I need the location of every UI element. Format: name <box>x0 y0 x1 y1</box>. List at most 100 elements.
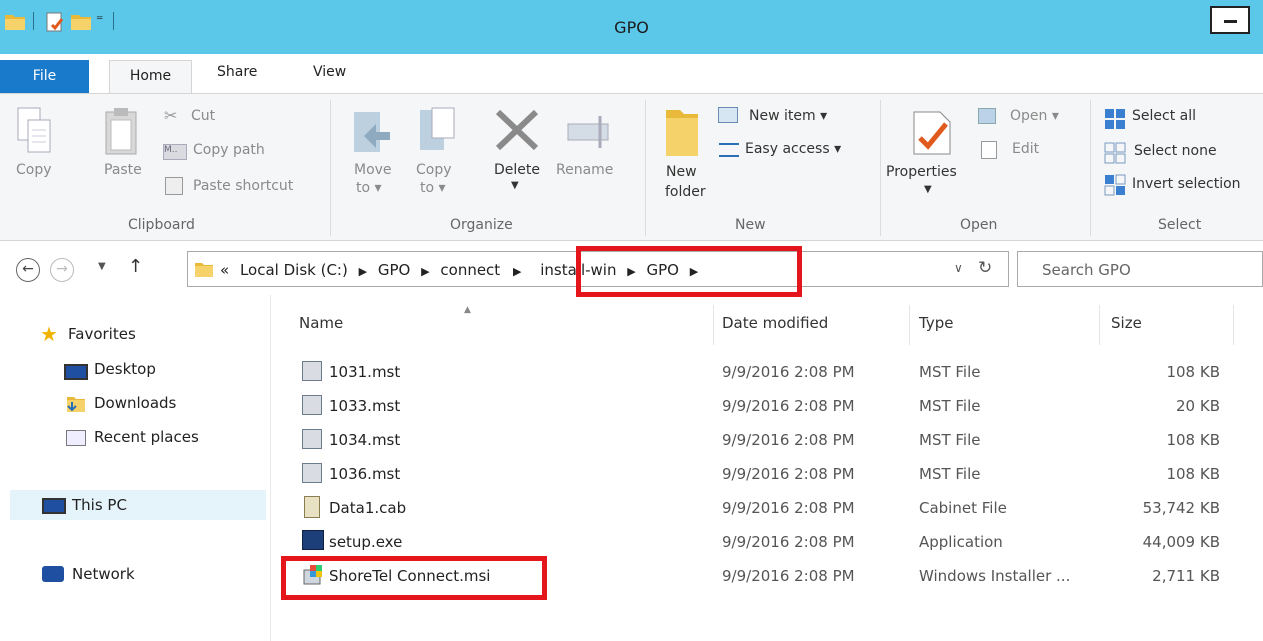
tab-share[interactable]: Share <box>217 64 257 80</box>
downloads-folder-icon <box>67 397 85 412</box>
recent-locations-icon[interactable]: ▼ <box>98 261 106 272</box>
nav-recent-places[interactable]: Recent places <box>94 428 199 446</box>
ribbon-separator <box>1090 100 1091 236</box>
up-arrow-icon[interactable]: ↑ <box>128 256 143 277</box>
file-name[interactable]: 1031.mst <box>329 363 400 381</box>
new-folder-button[interactable]: New <box>666 164 697 180</box>
file-date: 9/9/2016 2:08 PM <box>722 465 855 483</box>
file-name[interactable]: 1034.mst <box>329 431 400 449</box>
star-icon: ★ <box>40 322 58 346</box>
move-to-caret[interactable]: to ▾ <box>356 180 382 196</box>
properties-button[interactable]: Properties <box>886 164 957 180</box>
column-divider[interactable] <box>1233 305 1234 345</box>
column-divider[interactable] <box>909 305 910 345</box>
column-header-date[interactable]: Date modified <box>722 314 828 332</box>
nav-this-pc[interactable]: This PC <box>72 496 127 514</box>
new-folder-label[interactable]: folder <box>665 184 706 200</box>
paste-shortcut-button[interactable]: Paste shortcut <box>193 178 293 194</box>
pane-divider[interactable] <box>270 295 271 641</box>
nav-desktop[interactable]: Desktop <box>94 360 156 378</box>
nav-downloads[interactable]: Downloads <box>94 394 176 412</box>
network-icon <box>42 566 64 582</box>
breadcrumb-overflow[interactable]: « <box>220 261 229 279</box>
minimize-icon <box>1224 20 1237 23</box>
file-size: 44,009 KB <box>1142 533 1220 551</box>
easy-access-button[interactable]: Easy access ▾ <box>745 141 841 157</box>
copy-to-button[interactable]: Copy <box>416 162 452 178</box>
file-row[interactable]: 1033.mst 9/9/2016 2:08 PM MST File 20 KB <box>296 389 1232 423</box>
file-row[interactable]: 1034.mst 9/9/2016 2:08 PM MST File 108 K… <box>296 423 1232 457</box>
select-none-icon <box>1104 142 1126 164</box>
file-type: MST File <box>919 431 981 449</box>
search-input[interactable]: Search GPO <box>1042 261 1131 279</box>
select-all-button[interactable]: Select all <box>1132 108 1196 124</box>
breadcrumb-gpo[interactable]: GPO <box>378 261 410 279</box>
breadcrumb-chevron-icon[interactable]: ▶ <box>513 265 521 278</box>
tab-home[interactable]: Home <box>109 60 192 95</box>
file-type: Application <box>919 533 1003 551</box>
edit-icon <box>981 141 997 159</box>
column-header-name[interactable]: Name <box>299 314 343 332</box>
highlight-box-msi <box>281 556 547 600</box>
file-row[interactable]: 1031.mst 9/9/2016 2:08 PM MST File 108 K… <box>296 355 1232 389</box>
file-row[interactable]: 1036.mst 9/9/2016 2:08 PM MST File 108 K… <box>296 457 1232 491</box>
breadcrumb-chevron-icon[interactable]: ▶ <box>421 265 429 278</box>
paste-button[interactable]: Paste <box>104 162 142 178</box>
copy-icon <box>17 107 51 153</box>
move-to-icon <box>354 112 390 152</box>
refresh-icon[interactable]: ↻ <box>978 258 992 278</box>
rename-button[interactable]: Rename <box>556 162 613 178</box>
copy-to-icon <box>420 107 455 150</box>
invert-selection-button[interactable]: Invert selection <box>1132 176 1263 192</box>
file-size: 20 KB <box>1176 397 1220 415</box>
file-type: MST File <box>919 363 981 381</box>
file-size: 53,742 KB <box>1142 499 1220 517</box>
minimize-button[interactable] <box>1210 6 1250 34</box>
tab-file[interactable]: File <box>0 60 89 94</box>
move-to-button[interactable]: Move <box>354 162 392 178</box>
nav-favorites[interactable]: Favorites <box>68 325 136 343</box>
file-type: MST File <box>919 465 981 483</box>
nav-network[interactable]: Network <box>72 565 135 583</box>
forward-button[interactable]: → <box>50 258 74 282</box>
select-none-button[interactable]: Select none <box>1134 143 1217 159</box>
file-name[interactable]: 1036.mst <box>329 465 400 483</box>
tab-view[interactable]: View <box>313 64 346 80</box>
delete-icon <box>495 109 539 151</box>
address-dropdown-icon[interactable]: ∨ <box>954 261 963 275</box>
copy-to-caret[interactable]: to ▾ <box>420 180 446 196</box>
delete-caret[interactable]: ▼ <box>511 180 519 191</box>
breadcrumb-chevron-icon[interactable]: ▶ <box>359 265 367 278</box>
file-name[interactable]: setup.exe <box>329 533 402 551</box>
column-header-type[interactable]: Type <box>919 314 953 332</box>
breadcrumb-connect[interactable]: connect <box>440 261 500 279</box>
file-size: 108 KB <box>1166 465 1220 483</box>
group-clipboard: Clipboard <box>128 217 195 233</box>
back-button[interactable]: ← <box>16 258 40 282</box>
column-divider[interactable] <box>713 305 714 345</box>
desktop-icon <box>64 364 88 380</box>
window-title: GPO <box>614 18 649 37</box>
file-type: MST File <box>919 397 981 415</box>
folder-icon <box>195 263 213 277</box>
breadcrumb-local-disk[interactable]: Local Disk (C:) <box>240 261 348 279</box>
file-name[interactable]: 1033.mst <box>329 397 400 415</box>
ribbon-tabs: File Home Share View <box>0 54 1263 95</box>
file-row[interactable]: setup.exe 9/9/2016 2:08 PM Application 4… <box>296 525 1232 559</box>
column-header-size[interactable]: Size <box>1111 314 1142 332</box>
file-row[interactable]: Data1.cab 9/9/2016 2:08 PM Cabinet File … <box>296 491 1232 525</box>
file-date: 9/9/2016 2:08 PM <box>722 363 855 381</box>
cut-button[interactable]: Cut <box>191 108 215 124</box>
new-item-button[interactable]: New item ▾ <box>749 108 827 124</box>
properties-caret[interactable]: ▼ <box>924 184 932 195</box>
paste-shortcut-icon <box>165 177 183 195</box>
column-divider[interactable] <box>1099 305 1100 345</box>
delete-button[interactable]: Delete <box>494 162 540 178</box>
file-name[interactable]: Data1.cab <box>329 499 406 517</box>
copy-button[interactable]: Copy <box>16 162 52 178</box>
copy-path-icon: M.. <box>163 144 187 160</box>
edit-button[interactable]: Edit <box>1012 141 1039 157</box>
open-dropdown-button[interactable]: Open ▾ <box>1010 108 1059 124</box>
search-box[interactable]: Search GPO <box>1017 251 1263 287</box>
copy-path-button[interactable]: Copy path <box>193 142 265 158</box>
